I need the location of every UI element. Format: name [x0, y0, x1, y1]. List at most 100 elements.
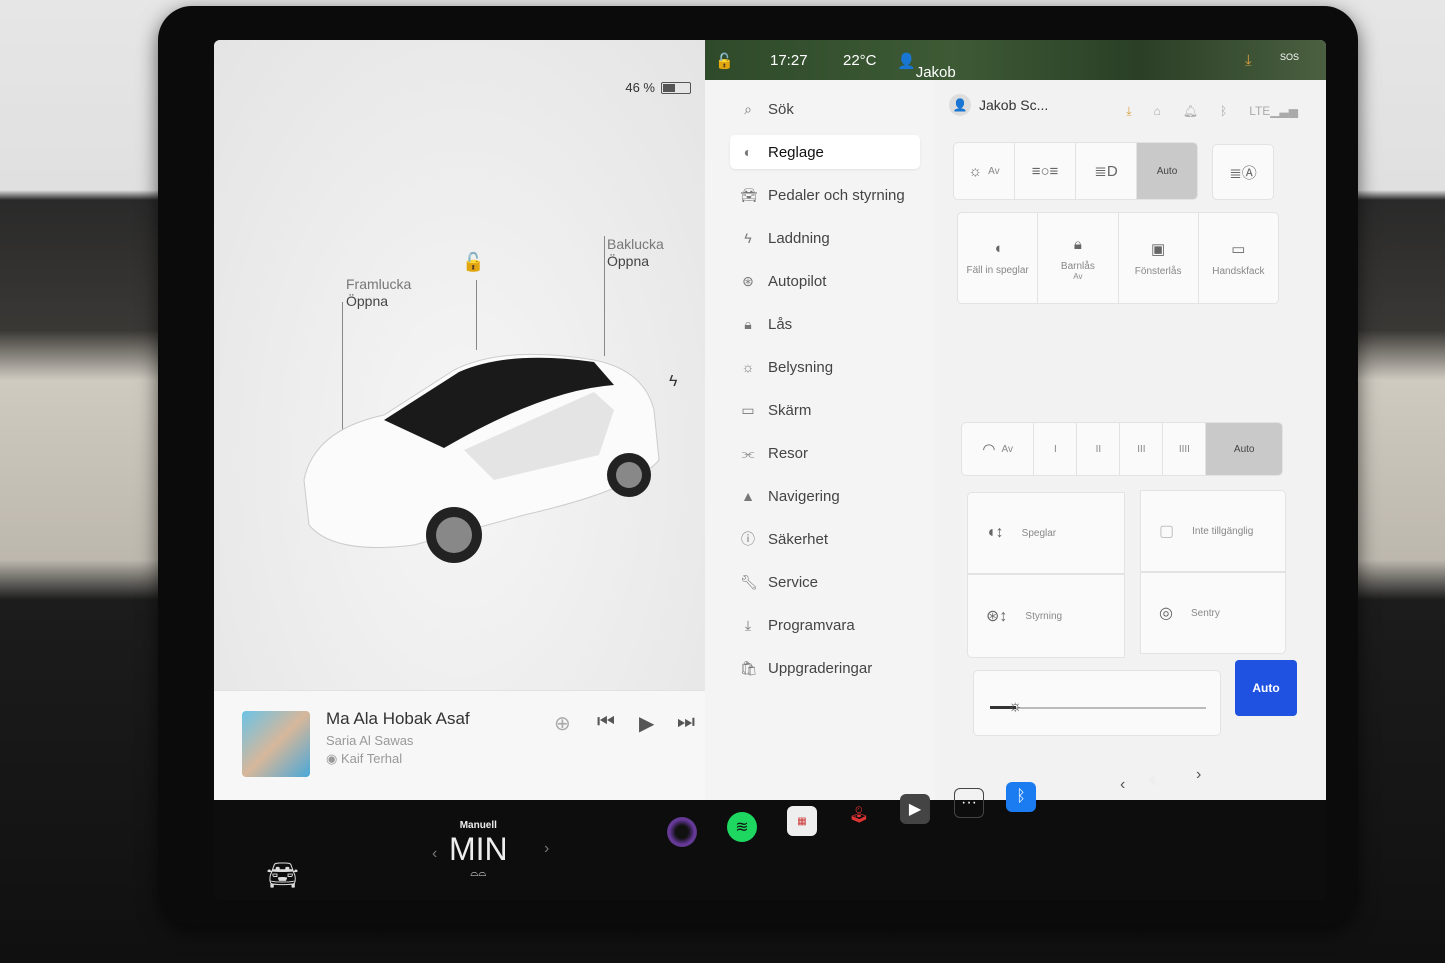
- auto-high-beam-button[interactable]: ≣Ⓐ: [1212, 144, 1274, 200]
- controls-panel: 👤 Jakob Sc... ⤓ ⌂ 🔔︎ ᛒ LTE▁▃▅ ☼ Av ≡○≡ ≣D …: [935, 80, 1326, 800]
- wiper-level-1[interactable]: I: [1034, 423, 1078, 475]
- menu-item-uppgraderingar[interactable]: 🛍︎ Uppgraderingar: [730, 651, 920, 685]
- window-lock-button[interactable]: ▣ Fönsterlås: [1119, 213, 1199, 303]
- joystick-icon[interactable]: 🕹︎: [844, 800, 874, 830]
- camera-icon[interactable]: [667, 817, 697, 847]
- menu-item-säkerhet[interactable]: ⓘ Säkerhet: [730, 522, 920, 556]
- wipers-auto-option[interactable]: Auto: [1206, 423, 1282, 475]
- steering-adjust-tile[interactable]: ⊛↕ Styrning: [967, 574, 1125, 658]
- climate-mode: Manuell: [459, 820, 497, 831]
- fold-mirrors-label: Fäll in speglar: [966, 265, 1029, 276]
- low-beam-option[interactable]: ≣D: [1076, 143, 1137, 199]
- menu-item-skärm[interactable]: ▭ Skärm: [730, 393, 920, 427]
- info-icon: ⓘ: [741, 531, 755, 547]
- video-icon[interactable]: ▶: [900, 794, 930, 824]
- brightness-track[interactable]: ☼: [990, 698, 1206, 715]
- mirrors-label: Speglar: [1021, 527, 1057, 539]
- child-lock-button[interactable]: 🔒︎ Barnlås Av: [1038, 213, 1119, 303]
- child-lock-state: Av: [1073, 271, 1083, 281]
- brightness-sun-icon[interactable]: ☼: [1008, 698, 1023, 716]
- fold-mirrors-button[interactable]: ◖ Fäll in speglar: [958, 213, 1039, 303]
- download-icon[interactable]: ⤓: [1245, 52, 1252, 69]
- menu-item-label: Autopilot: [768, 272, 827, 290]
- touchscreen: 46 % Framlucka Öppna Baklucka Öppna 🔓 ϟ …: [214, 40, 1326, 900]
- volume-increase-icon[interactable]: ›: [1196, 766, 1201, 784]
- steering-wheel-icon: ⊛: [742, 272, 754, 289]
- unavailable-label: Inte tillgänglig: [1192, 525, 1254, 537]
- frunk-button[interactable]: Framlucka Öppna: [346, 276, 411, 310]
- unlocked-padlock-icon[interactable]: 🔓: [462, 252, 484, 273]
- menu-item-laddning[interactable]: ϟ Laddning: [730, 221, 920, 255]
- menu-item-autopilot[interactable]: ⊛ Autopilot: [730, 264, 920, 298]
- wiper-level-4[interactable]: IIII: [1163, 423, 1207, 475]
- download-icon[interactable]: ⤓: [1126, 104, 1131, 119]
- homelink-icon[interactable]: ⌂: [1154, 104, 1161, 119]
- menu-item-lås[interactable]: 🔒︎ Lås: [730, 307, 920, 341]
- parking-lights-option[interactable]: ≡○≡: [1015, 143, 1076, 199]
- mirror-icon: ◖: [993, 240, 1003, 257]
- bluetooth-icon[interactable]: ᛒ: [1006, 782, 1036, 812]
- wiper-selector: ◠ Av I II III IIII Auto: [961, 422, 1283, 476]
- search-button[interactable]: ⌕ Sök: [730, 92, 920, 126]
- user-profile[interactable]: 👤 Jakob Sc...: [949, 94, 1048, 116]
- battery-icon: [661, 81, 691, 94]
- previous-track-icon[interactable]: ⏮: [597, 711, 615, 734]
- menu-item-resor[interactable]: ⫘ Resor: [730, 436, 920, 470]
- add-favorite-icon[interactable]: ⊕: [554, 711, 571, 736]
- wrench-icon: 🔧︎: [740, 573, 758, 590]
- status-icons: ⤓ ⌂ 🔔︎ ᛒ LTE▁▃▅: [1126, 104, 1298, 119]
- climate-control[interactable]: Manuell MIN ⌓⌓: [449, 820, 508, 879]
- sos-icon[interactable]: SOS: [1280, 52, 1299, 62]
- volume-decrease-icon[interactable]: ‹: [1120, 776, 1125, 794]
- menu-item-service[interactable]: 🔧︎ Service: [730, 565, 920, 599]
- car-icon[interactable]: 🚘︎: [266, 860, 299, 891]
- unavailable-tile: ▢ Inte tillgänglig: [1140, 490, 1286, 572]
- song-artist: Saria Al Sawas: [326, 733, 414, 748]
- media-player: Ma Ala Hobak Asaf Saria Al Sawas ◉ Kaif …: [214, 690, 709, 800]
- fan-decrease-icon[interactable]: ‹: [432, 845, 437, 863]
- menu-item-programvara[interactable]: ⤓ Programvara: [730, 608, 920, 642]
- bell-icon[interactable]: 🔔︎: [1183, 104, 1198, 119]
- calendar-icon[interactable]: ▦: [787, 806, 817, 836]
- menu-item-reglage[interactable]: ◐ Reglage: [730, 135, 920, 169]
- menu-item-navigering[interactable]: ▲ Navigering: [730, 479, 920, 513]
- driver-profile[interactable]: 👤 Jakob Schw...: [897, 52, 964, 98]
- next-track-icon[interactable]: ⏭: [677, 711, 695, 734]
- menu-item-label: Lås: [768, 315, 793, 333]
- auto-high-beam-icon: ≣Ⓐ: [1229, 164, 1257, 182]
- more-icon[interactable]: ···: [954, 788, 984, 818]
- mirrors-adjust-tile[interactable]: ◖↕ Speglar: [967, 492, 1125, 574]
- play-icon[interactable]: ▶: [639, 711, 654, 736]
- spotify-icon[interactable]: ≋: [727, 812, 757, 842]
- menu-item-label: Resor: [768, 444, 809, 462]
- fan-speed: MIN: [449, 831, 508, 867]
- child-lock-icon: 🔒︎: [1073, 235, 1082, 253]
- song-album: ◉ Kaif Terhal: [326, 751, 403, 766]
- album-art[interactable]: [242, 711, 310, 777]
- menu-item-belysning[interactable]: ☼ Belysning: [730, 350, 920, 384]
- wipers-off-option[interactable]: ◠ Av: [962, 423, 1035, 475]
- menu-item-pedaler-och-styrning[interactable]: 🚘︎ Pedaler och styrning: [730, 178, 920, 212]
- user-icon: 👤: [949, 94, 971, 116]
- sentry-tile[interactable]: ◎ Sentry: [1140, 572, 1286, 654]
- trunk-button[interactable]: Baklucka Öppna: [607, 236, 664, 270]
- lights-off-option[interactable]: ☼ Av: [954, 143, 1015, 199]
- lightning-icon[interactable]: ϟ: [669, 373, 677, 391]
- brightness-auto-button[interactable]: Auto: [1235, 660, 1297, 716]
- volume-muted-icon[interactable]: 🔇︎: [1148, 770, 1159, 791]
- unlocked-icon[interactable]: 🔓: [715, 52, 734, 70]
- trunk-label: Baklucka: [607, 236, 664, 252]
- glovebox-button[interactable]: ▭ Handskfack: [1199, 213, 1278, 303]
- fan-increase-icon[interactable]: ›: [544, 840, 549, 858]
- wiper-level-3[interactable]: III: [1120, 423, 1164, 475]
- brightness-slider[interactable]: ☼: [973, 670, 1221, 736]
- lock-icon: 🔒︎: [744, 315, 752, 332]
- mirror-adjust-icon: ◖↕: [986, 524, 1004, 541]
- lights-off-label: Av: [988, 165, 1000, 177]
- bluetooth-icon[interactable]: ᛒ: [1220, 104, 1227, 119]
- outside-temperature: 22°C: [843, 52, 877, 69]
- lights-auto-option[interactable]: Auto: [1137, 143, 1197, 199]
- window-lock-icon: ▣: [1151, 240, 1166, 258]
- car-panel: 46 % Framlucka Öppna Baklucka Öppna 🔓 ϟ …: [214, 40, 709, 800]
- wiper-level-2[interactable]: II: [1077, 423, 1121, 475]
